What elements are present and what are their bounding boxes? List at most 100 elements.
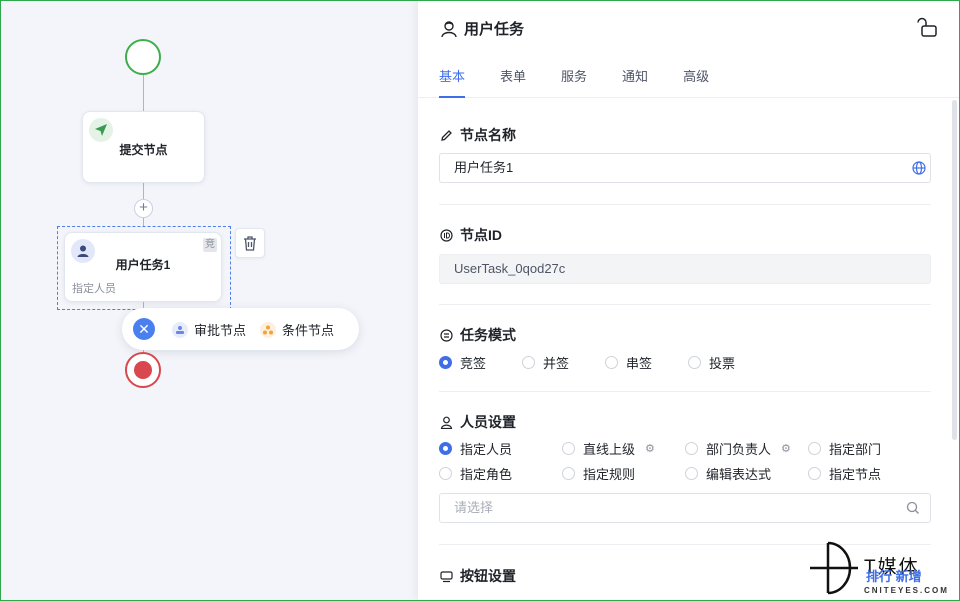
personnel-option-label: 指定人员 xyxy=(460,442,513,457)
trash-icon xyxy=(244,235,256,251)
submit-node[interactable]: 提交节点 xyxy=(82,111,205,183)
sign-mode-badge: 竞 xyxy=(203,238,217,252)
personnel-option[interactable]: 指定节点 xyxy=(808,464,918,483)
start-event-node[interactable] xyxy=(125,39,161,75)
radio-dot xyxy=(562,467,575,480)
personnel-option[interactable]: 编辑表达式 xyxy=(685,464,808,483)
personnel-option-label: 部门负责人 xyxy=(706,442,772,457)
end-event-node[interactable] xyxy=(125,352,161,388)
personnel-option[interactable]: 指定人员 xyxy=(439,439,562,458)
personnel-option[interactable]: 指定角色 xyxy=(439,464,562,483)
personnel-placeholder: 请选择 xyxy=(454,500,494,515)
personnel-option[interactable]: 指定规则 xyxy=(562,464,685,483)
condition-node-label: 条件节点 xyxy=(282,323,335,338)
node-id-input: UserTask_0qod27c xyxy=(439,254,931,284)
panel-header: 用户任务 基本 表单 服务 通知 高级 xyxy=(418,0,960,98)
radio-dot xyxy=(562,442,575,455)
edit-pen-icon xyxy=(441,129,452,141)
node-id-section-title: 节点ID xyxy=(440,225,502,245)
button-settings-label: 按钮设置 xyxy=(460,568,516,584)
task-mode-option-label: 串签 xyxy=(626,356,653,371)
personnel-radio-row: 指定角色 指定规则 编辑表达式 指定节点 xyxy=(439,464,918,483)
radio-dot xyxy=(439,467,452,480)
task-mode-option[interactable]: 串签 xyxy=(605,353,688,372)
add-condition-node-button[interactable]: 条件节点 xyxy=(260,320,334,339)
delete-node-button[interactable] xyxy=(235,228,265,258)
mode-icon xyxy=(440,328,453,342)
personnel-select-input[interactable]: 请选择 xyxy=(439,493,931,523)
personnel-option[interactable]: 部门负责人 ⚙ xyxy=(685,439,808,458)
personnel-option-label: 指定规则 xyxy=(583,467,636,482)
node-name-section-title: 节点名称 xyxy=(440,125,516,145)
task-mode-option-label: 并签 xyxy=(543,356,570,371)
radio-dot xyxy=(605,356,618,369)
unlock-icon[interactable] xyxy=(916,16,938,38)
add-approval-node-button[interactable]: 审批节点 xyxy=(172,320,246,339)
radio-dot xyxy=(439,442,452,455)
radio-dot xyxy=(808,467,821,480)
gear-icon[interactable]: ⚙ xyxy=(781,442,791,455)
user-task-node[interactable]: 竞 用户任务1 指定人员 xyxy=(64,232,222,302)
panel-tabs: 基本 表单 服务 通知 高级 xyxy=(439,66,744,98)
tab-advanced[interactable]: 高级 xyxy=(683,66,709,98)
tab-basic[interactable]: 基本 xyxy=(439,66,466,98)
watermark-site: CNITEYES.COM xyxy=(864,586,949,595)
user-task-icon xyxy=(441,20,457,37)
gear-icon[interactable]: ⚙ xyxy=(645,442,655,455)
panel-title-text: 用户任务 xyxy=(464,21,525,38)
node-name-value: 用户任务1 xyxy=(454,160,514,175)
personnel-radio-row: 指定人员 直线上级 ⚙ 部门负责人 ⚙ 指定部门 xyxy=(439,439,918,458)
add-node-popup: ✕ 审批节点 条件节点 xyxy=(122,308,359,350)
radio-dot xyxy=(439,356,452,369)
task-node-title: 用户任务1 xyxy=(115,258,171,272)
task-mode-label: 任务模式 xyxy=(460,327,516,343)
person-icon xyxy=(440,416,453,429)
task-mode-section-title: 任务模式 xyxy=(440,325,516,345)
id-icon xyxy=(440,228,453,242)
panel-title: 用户任务 xyxy=(440,18,524,39)
personnel-option-label: 指定节点 xyxy=(829,467,882,482)
divider xyxy=(439,304,931,305)
panel-scrollbar[interactable] xyxy=(952,100,957,440)
node-name-label: 节点名称 xyxy=(460,127,516,143)
radio-dot xyxy=(685,442,698,455)
watermark-mark-icon xyxy=(810,541,858,595)
personnel-section-title: 人员设置 xyxy=(440,412,516,432)
tab-notify[interactable]: 通知 xyxy=(622,66,648,98)
personnel-label: 人员设置 xyxy=(460,414,516,430)
radio-dot xyxy=(688,356,701,369)
task-mode-option-label: 竞签 xyxy=(460,356,487,371)
divider xyxy=(439,204,931,205)
task-mode-option-label: 投票 xyxy=(709,356,736,371)
tab-service[interactable]: 服务 xyxy=(561,66,587,98)
approve-icon xyxy=(172,321,188,338)
task-node-subtitle: 指定人员 xyxy=(72,283,116,295)
node-name-input[interactable]: 用户任务1 xyxy=(439,153,931,183)
flow-canvas[interactable]: 提交节点 + 竞 用户任务1 指定人员 ✕ 审批节点 条件节点 xyxy=(0,0,418,601)
task-mode-option[interactable]: 竞签 xyxy=(439,353,522,372)
personnel-option-label: 指定角色 xyxy=(460,467,513,482)
tab-form[interactable]: 表单 xyxy=(500,66,526,98)
submit-node-title: 提交节点 xyxy=(119,143,168,157)
personnel-option-label: 指定部门 xyxy=(829,442,882,457)
add-node-button[interactable]: + xyxy=(134,199,153,218)
radio-dot xyxy=(522,356,535,369)
properties-panel: 用户任务 基本 表单 服务 通知 高级 节点名称 用户任务1 节点ID User… xyxy=(418,0,960,601)
task-mode-radio-group: 竞签 并签 串签 投票 xyxy=(439,353,771,372)
task-mode-option[interactable]: 并签 xyxy=(522,353,605,372)
globe-icon[interactable] xyxy=(912,161,926,175)
close-popup-button[interactable]: ✕ xyxy=(133,318,155,340)
radio-dot xyxy=(685,467,698,480)
personnel-option[interactable]: 直线上级 ⚙ xyxy=(562,439,685,458)
radio-dot xyxy=(808,442,821,455)
connector-line xyxy=(143,75,144,111)
condition-icon xyxy=(260,321,276,338)
watermark-subtitle: 排行 新增 xyxy=(866,569,922,584)
node-id-label: 节点ID xyxy=(460,227,502,243)
personnel-option[interactable]: 指定部门 xyxy=(808,439,918,458)
button-settings-icon xyxy=(440,570,453,582)
task-mode-option[interactable]: 投票 xyxy=(688,353,771,372)
search-icon[interactable] xyxy=(906,501,920,515)
send-icon xyxy=(89,118,113,142)
button-settings-section-title: 按钮设置 xyxy=(440,566,516,586)
